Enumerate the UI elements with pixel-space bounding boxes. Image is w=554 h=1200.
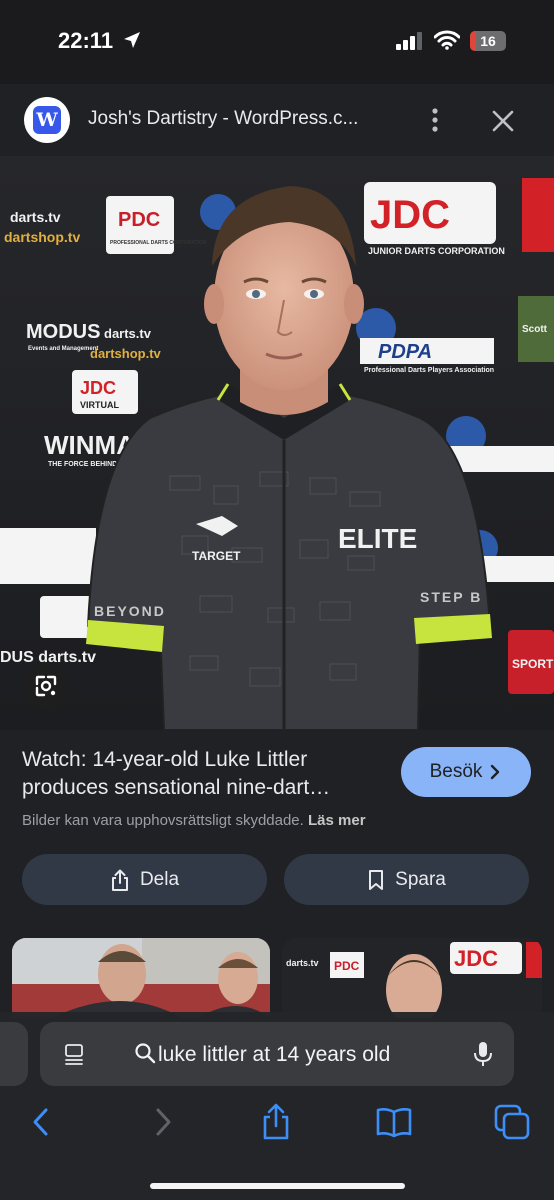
related-image-1[interactable] [12, 938, 270, 1018]
search-icon [135, 1043, 156, 1064]
svg-text:PDC: PDC [334, 959, 360, 973]
visit-button[interactable]: Besök [401, 747, 531, 797]
bookmark-icon [369, 869, 384, 890]
copyright-text: Bilder kan vara upphovsrättsligt skyddad… [22, 812, 304, 829]
address-bar[interactable]: luke littler at 14 years old [40, 1022, 514, 1086]
tabs-overview-icon[interactable] [492, 1102, 532, 1142]
close-icon[interactable] [490, 108, 516, 134]
player-photo: darts.tv dartshop.tv PDC PROFESSIONAL DA… [0, 156, 554, 730]
battery-level: 16 [480, 33, 496, 49]
location-arrow-icon [124, 32, 140, 48]
copyright-notice: Bilder kan vara upphovsrättsligt skyddad… [22, 812, 366, 829]
share-button[interactable]: Dela [22, 854, 267, 905]
source-title[interactable]: Josh's Dartistry - WordPress.c... [88, 108, 398, 130]
sponsor-pdpa-sub: Professional Darts Players Association [364, 367, 494, 374]
sponsor-winmau-sub: THE FORCE BEHIND [48, 461, 117, 468]
share-label: Dela [139, 868, 180, 890]
visit-label: Besök [429, 761, 483, 782]
sponsor-pdc-sub: PROFESSIONAL DARTS CORPORATION [110, 240, 207, 246]
related-image-2[interactable]: PDC JDC darts.tv [282, 938, 542, 1018]
sponsor-modus-sub: Events and Management [28, 346, 98, 352]
safari-toolbar: luke littler at 14 years old [0, 1012, 554, 1200]
more-vertical-icon[interactable] [422, 106, 448, 134]
google-lens-icon [35, 675, 57, 697]
main-image[interactable]: darts.tv dartshop.tv PDC PROFESSIONAL DA… [0, 156, 554, 730]
svg-text:darts.tv: darts.tv [286, 958, 319, 968]
status-bar: 22:11 16 [0, 0, 554, 84]
sponsor-rileys: SPORTS BAR [512, 657, 554, 671]
forward-chevron-icon[interactable] [142, 1102, 182, 1142]
sponsor-dartshop-2: dartshop.tv [90, 346, 162, 361]
source-header: W Josh's Dartistry - WordPress.c... [0, 84, 554, 156]
google-lens-button[interactable] [24, 664, 68, 708]
save-button[interactable]: Spara [284, 854, 529, 905]
sponsor-jdc: JDC [370, 193, 450, 237]
save-label: Spara [395, 868, 446, 890]
favicon-letter: W [33, 106, 61, 134]
sleeve-text-left: BEYOND [94, 603, 166, 619]
related-thumbnail-1 [12, 938, 270, 1018]
home-indicator[interactable] [150, 1183, 405, 1189]
sponsor-dartstv: darts.tv [10, 209, 61, 225]
sponsor-dartshop: dartshop.tv [4, 229, 80, 245]
search-query[interactable]: luke littler at 14 years old [158, 1043, 390, 1067]
wordpress-logo-icon[interactable]: W [24, 97, 70, 143]
sponsor-scott: Scott [522, 324, 548, 335]
sponsor-dartstv-2: darts.tv [104, 326, 152, 341]
previous-tab-edge[interactable] [0, 1022, 28, 1086]
share-toolbar-icon[interactable] [256, 1102, 296, 1142]
shirt-elite-logo: ELITE [338, 523, 417, 554]
chevron-right-icon [491, 764, 500, 780]
status-time: 22:11 [58, 28, 114, 53]
svg-text:JDC: JDC [454, 946, 498, 971]
signal-bars-icon [396, 32, 422, 50]
sponsor-jdc-virtual: JDC [80, 378, 116, 398]
shirt-target-logo: TARGET [192, 549, 241, 563]
wifi-icon [434, 30, 460, 50]
sponsor-pdpa: PDPA [378, 341, 432, 363]
battery-icon: 16 [470, 31, 506, 51]
microphone-icon[interactable] [472, 1040, 494, 1068]
related-thumbnail-2: PDC JDC darts.tv [282, 938, 542, 1018]
back-chevron-icon[interactable] [22, 1102, 62, 1142]
sponsor-modus: MODUS [26, 321, 100, 343]
learn-more-link[interactable]: Läs mer [308, 812, 366, 829]
bookmarks-book-icon[interactable] [374, 1102, 414, 1142]
sponsor-virtual-label: VIRTUAL [80, 400, 119, 410]
sponsor-jdc-sub: JUNIOR DARTS CORPORATION [368, 246, 505, 256]
sponsor-pdc: PDC [118, 209, 160, 231]
page-menu-icon[interactable] [62, 1042, 86, 1066]
image-title[interactable]: Watch: 14-year-old Luke Littler produces… [22, 746, 387, 802]
sleeve-text-right: STEP B [420, 589, 482, 605]
battery-fill [470, 31, 476, 51]
share-icon [111, 869, 128, 891]
